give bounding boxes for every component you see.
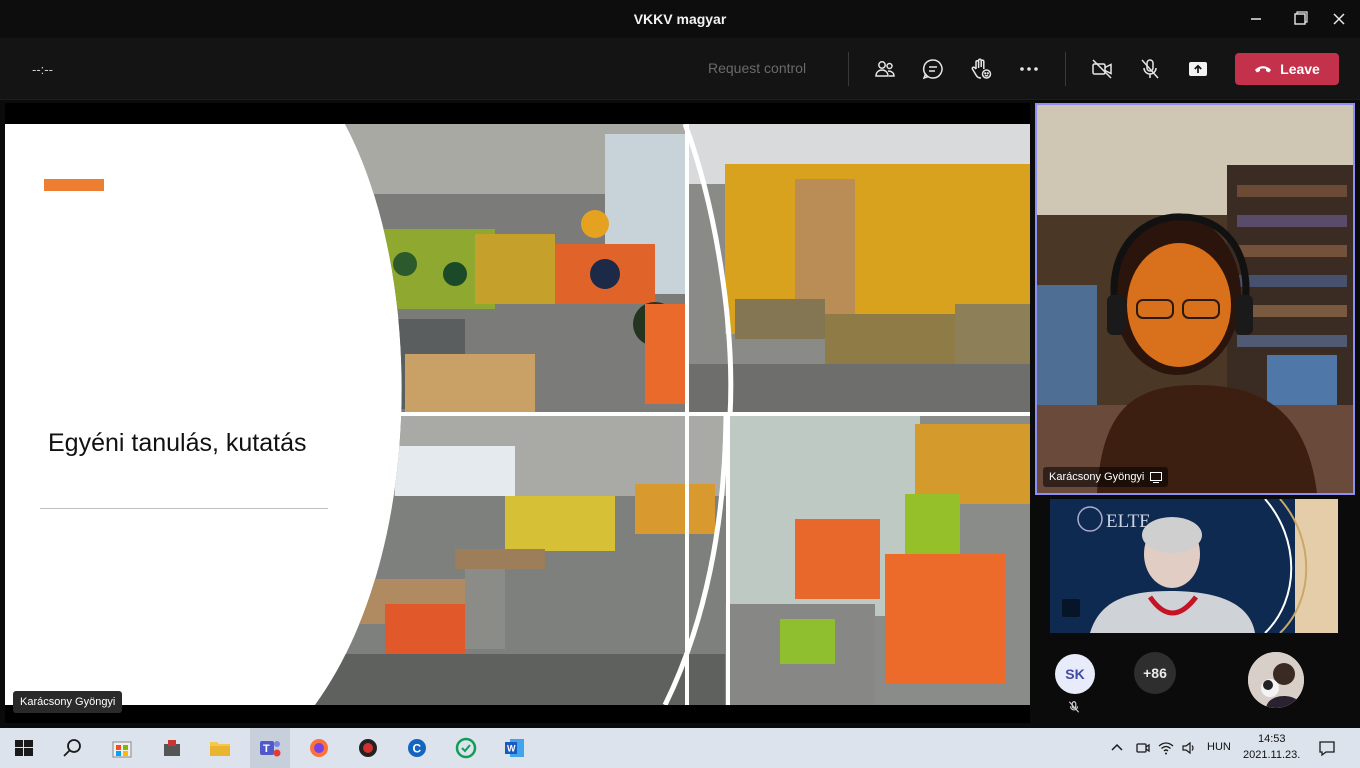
search-icon[interactable] [60, 736, 84, 760]
meet-now-icon[interactable] [1135, 740, 1151, 756]
camera-off-icon[interactable] [1090, 57, 1114, 81]
slide-divider [40, 508, 328, 509]
wifi-icon[interactable] [1158, 740, 1174, 756]
notification-icon[interactable] [1318, 739, 1336, 757]
app-icon[interactable] [160, 736, 184, 760]
app-icon[interactable] [356, 736, 380, 760]
volume-icon[interactable] [1181, 740, 1197, 756]
screen-share-indicator-icon [1150, 471, 1163, 483]
speaker-name: Karácsony Gyöngyi [1049, 471, 1145, 483]
presenter-name-tag: Karácsony Gyöngyi [13, 691, 123, 713]
participant-video-tile[interactable]: ELTE [1050, 499, 1338, 633]
slide-title: Egyéni tanulás, kutatás [48, 429, 307, 457]
presentation-slide: Egyéni tanulás, kutatás [5, 124, 1030, 705]
participant-photo-avatar[interactable] [1248, 652, 1304, 708]
participant-video: ELTE [1050, 499, 1338, 633]
input-language[interactable]: HUN [1207, 741, 1231, 753]
teams-icon[interactable]: T [258, 736, 282, 760]
leave-button[interactable]: Leave [1235, 53, 1339, 85]
store-icon[interactable] [110, 736, 134, 760]
slide-accent-bar [44, 179, 104, 191]
speaker-name-tag: Karácsony Gyöngyi [1043, 467, 1169, 487]
windows-icon[interactable] [12, 736, 36, 760]
firefox-icon[interactable] [307, 736, 331, 760]
toolbar-divider [848, 52, 849, 86]
more-icon[interactable] [1017, 57, 1041, 81]
photo-students-lounge [315, 124, 685, 412]
meeting-toolbar: --:-- Request control Leave [0, 38, 1360, 100]
people-icon[interactable] [873, 57, 897, 81]
app-icon[interactable]: C [405, 736, 429, 760]
speaker-video [1037, 105, 1353, 493]
app-icon[interactable] [454, 736, 478, 760]
slide-photo-collage [315, 124, 1030, 705]
svg-text:C: C [413, 742, 422, 756]
file-explorer-icon[interactable] [208, 736, 232, 760]
request-control-button[interactable]: Request control [708, 60, 806, 76]
more-participants-button[interactable]: +86 [1134, 652, 1176, 694]
photo-yellow-lounge [689, 124, 1030, 412]
title-bar: VKKV magyar [0, 0, 1360, 38]
shared-content-stage: Egyéni tanulás, kutatás [5, 103, 1030, 723]
participant-avatar[interactable]: SK [1055, 654, 1095, 694]
speaker-video-tile[interactable]: Karácsony Gyöngyi [1035, 103, 1355, 495]
svg-text:T: T [263, 743, 270, 755]
meeting-timer: --:-- [32, 62, 53, 77]
mic-off-icon [1068, 701, 1080, 713]
windows-taskbar: T C W HUN 14:53 2021.11.23. [0, 728, 1360, 768]
photo-armchairs [725, 416, 1030, 705]
svg-text:W: W [507, 744, 516, 754]
toolbar-divider [1065, 52, 1066, 86]
mic-off-icon[interactable] [1138, 57, 1162, 81]
minimize-icon[interactable] [1245, 8, 1267, 30]
phone-icon [1255, 66, 1272, 73]
maximize-icon[interactable] [1289, 8, 1311, 30]
photo-study-hall [315, 416, 726, 705]
chevron-up-icon[interactable] [1110, 741, 1124, 755]
window-title: VKKV magyar [633, 11, 727, 27]
clock-date[interactable]: 2021.11.23. [1243, 749, 1300, 761]
close-icon[interactable] [1328, 8, 1350, 30]
chat-icon[interactable] [921, 57, 945, 81]
share-icon[interactable] [1186, 57, 1210, 81]
word-icon[interactable]: W [503, 736, 527, 760]
raise-hand-icon[interactable] [969, 57, 993, 81]
leave-label: Leave [1280, 61, 1320, 77]
clock-time[interactable]: 14:53 [1258, 733, 1286, 745]
